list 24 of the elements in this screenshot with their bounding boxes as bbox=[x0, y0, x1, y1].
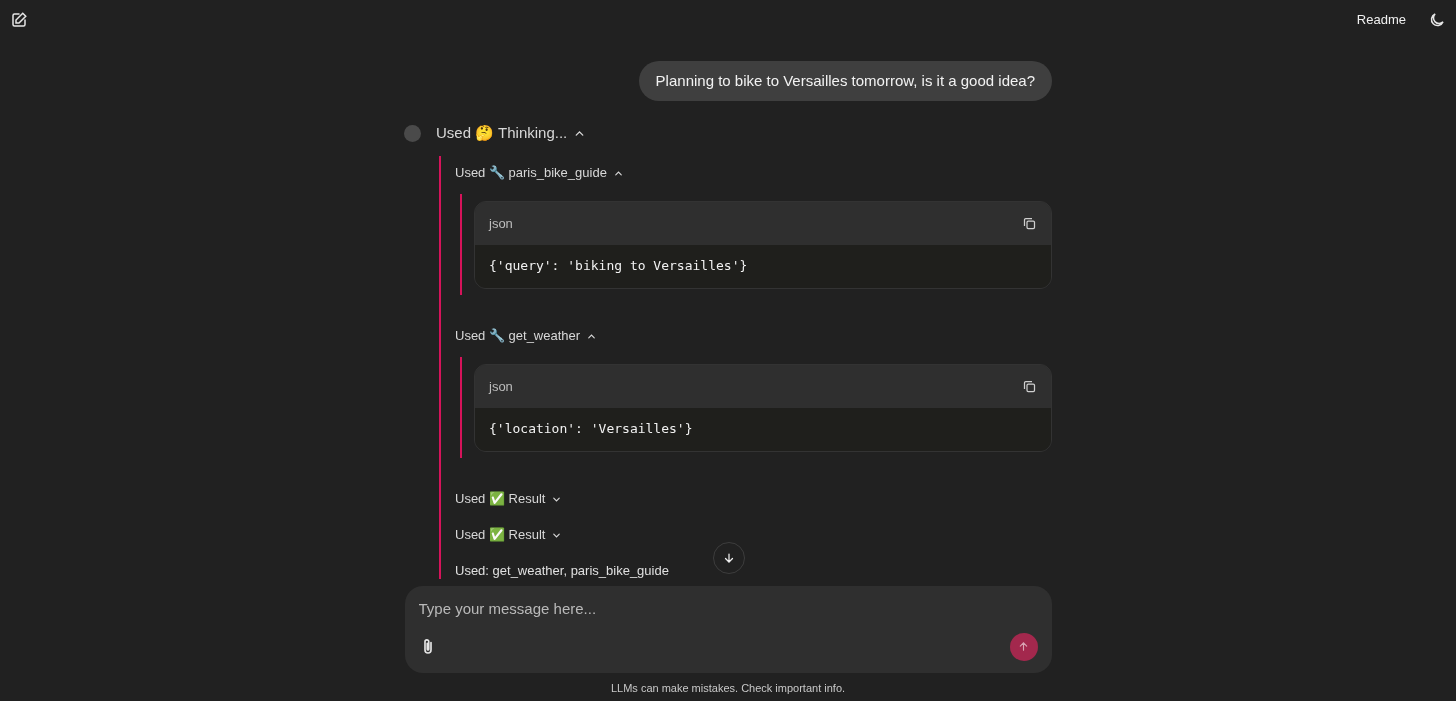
message-input[interactable]: Type your message here... bbox=[418, 598, 1038, 619]
disclaimer-text: LLMs can make mistakes. Check important info. bbox=[609, 680, 847, 696]
code-text: {'location': 'Versailles'} bbox=[489, 421, 693, 436]
scroll-down-button[interactable] bbox=[713, 541, 745, 574]
code-language-label: json bbox=[489, 217, 513, 230]
tools-used-text: Used: get_weather, paris_bike_guide bbox=[455, 563, 669, 579]
tool-call-toggle[interactable]: Used 🔧 get_weather bbox=[455, 328, 598, 344]
arrow-up-icon bbox=[1018, 641, 1029, 652]
theme-toggle-icon[interactable] bbox=[1428, 11, 1446, 29]
thinking-toggle[interactable]: Used 🤔 Thinking... bbox=[436, 123, 587, 143]
arrow-down-icon bbox=[723, 551, 735, 564]
code-language-label: json bbox=[489, 380, 513, 393]
code-text: {'query': 'biking to Versailles'} bbox=[489, 258, 748, 273]
result-toggle[interactable]: Used ✅ Result bbox=[455, 491, 563, 507]
send-button[interactable] bbox=[1009, 632, 1038, 661]
copy-icon[interactable] bbox=[1022, 379, 1037, 394]
copy-icon[interactable] bbox=[1022, 216, 1037, 231]
result-toggle[interactable]: Used ✅ Result bbox=[455, 527, 563, 543]
new-chat-icon[interactable] bbox=[10, 11, 28, 29]
tool-call-toggle[interactable]: Used 🔧 paris_bike_guide bbox=[455, 165, 624, 181]
readme-link[interactable]: Readme bbox=[1356, 10, 1406, 30]
assistant-avatar bbox=[404, 124, 421, 142]
message-composer[interactable]: Type your message here... bbox=[404, 585, 1052, 673]
user-message: Planning to bike to Versailles tomorrow, is it a good idea? bbox=[638, 61, 1052, 101]
